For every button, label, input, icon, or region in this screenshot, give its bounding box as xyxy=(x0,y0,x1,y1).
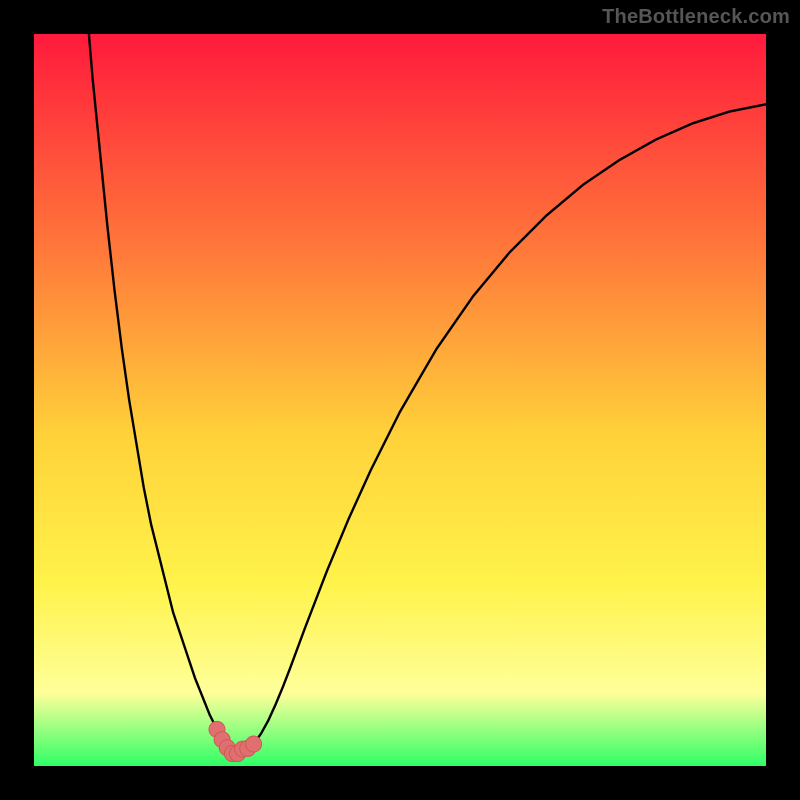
outer-frame: TheBottleneck.com xyxy=(0,0,800,800)
minimum-marker xyxy=(246,736,262,752)
watermark-text: TheBottleneck.com xyxy=(602,6,790,29)
gradient-background xyxy=(34,34,766,766)
chart-svg xyxy=(34,34,766,766)
plot-area xyxy=(34,34,766,766)
